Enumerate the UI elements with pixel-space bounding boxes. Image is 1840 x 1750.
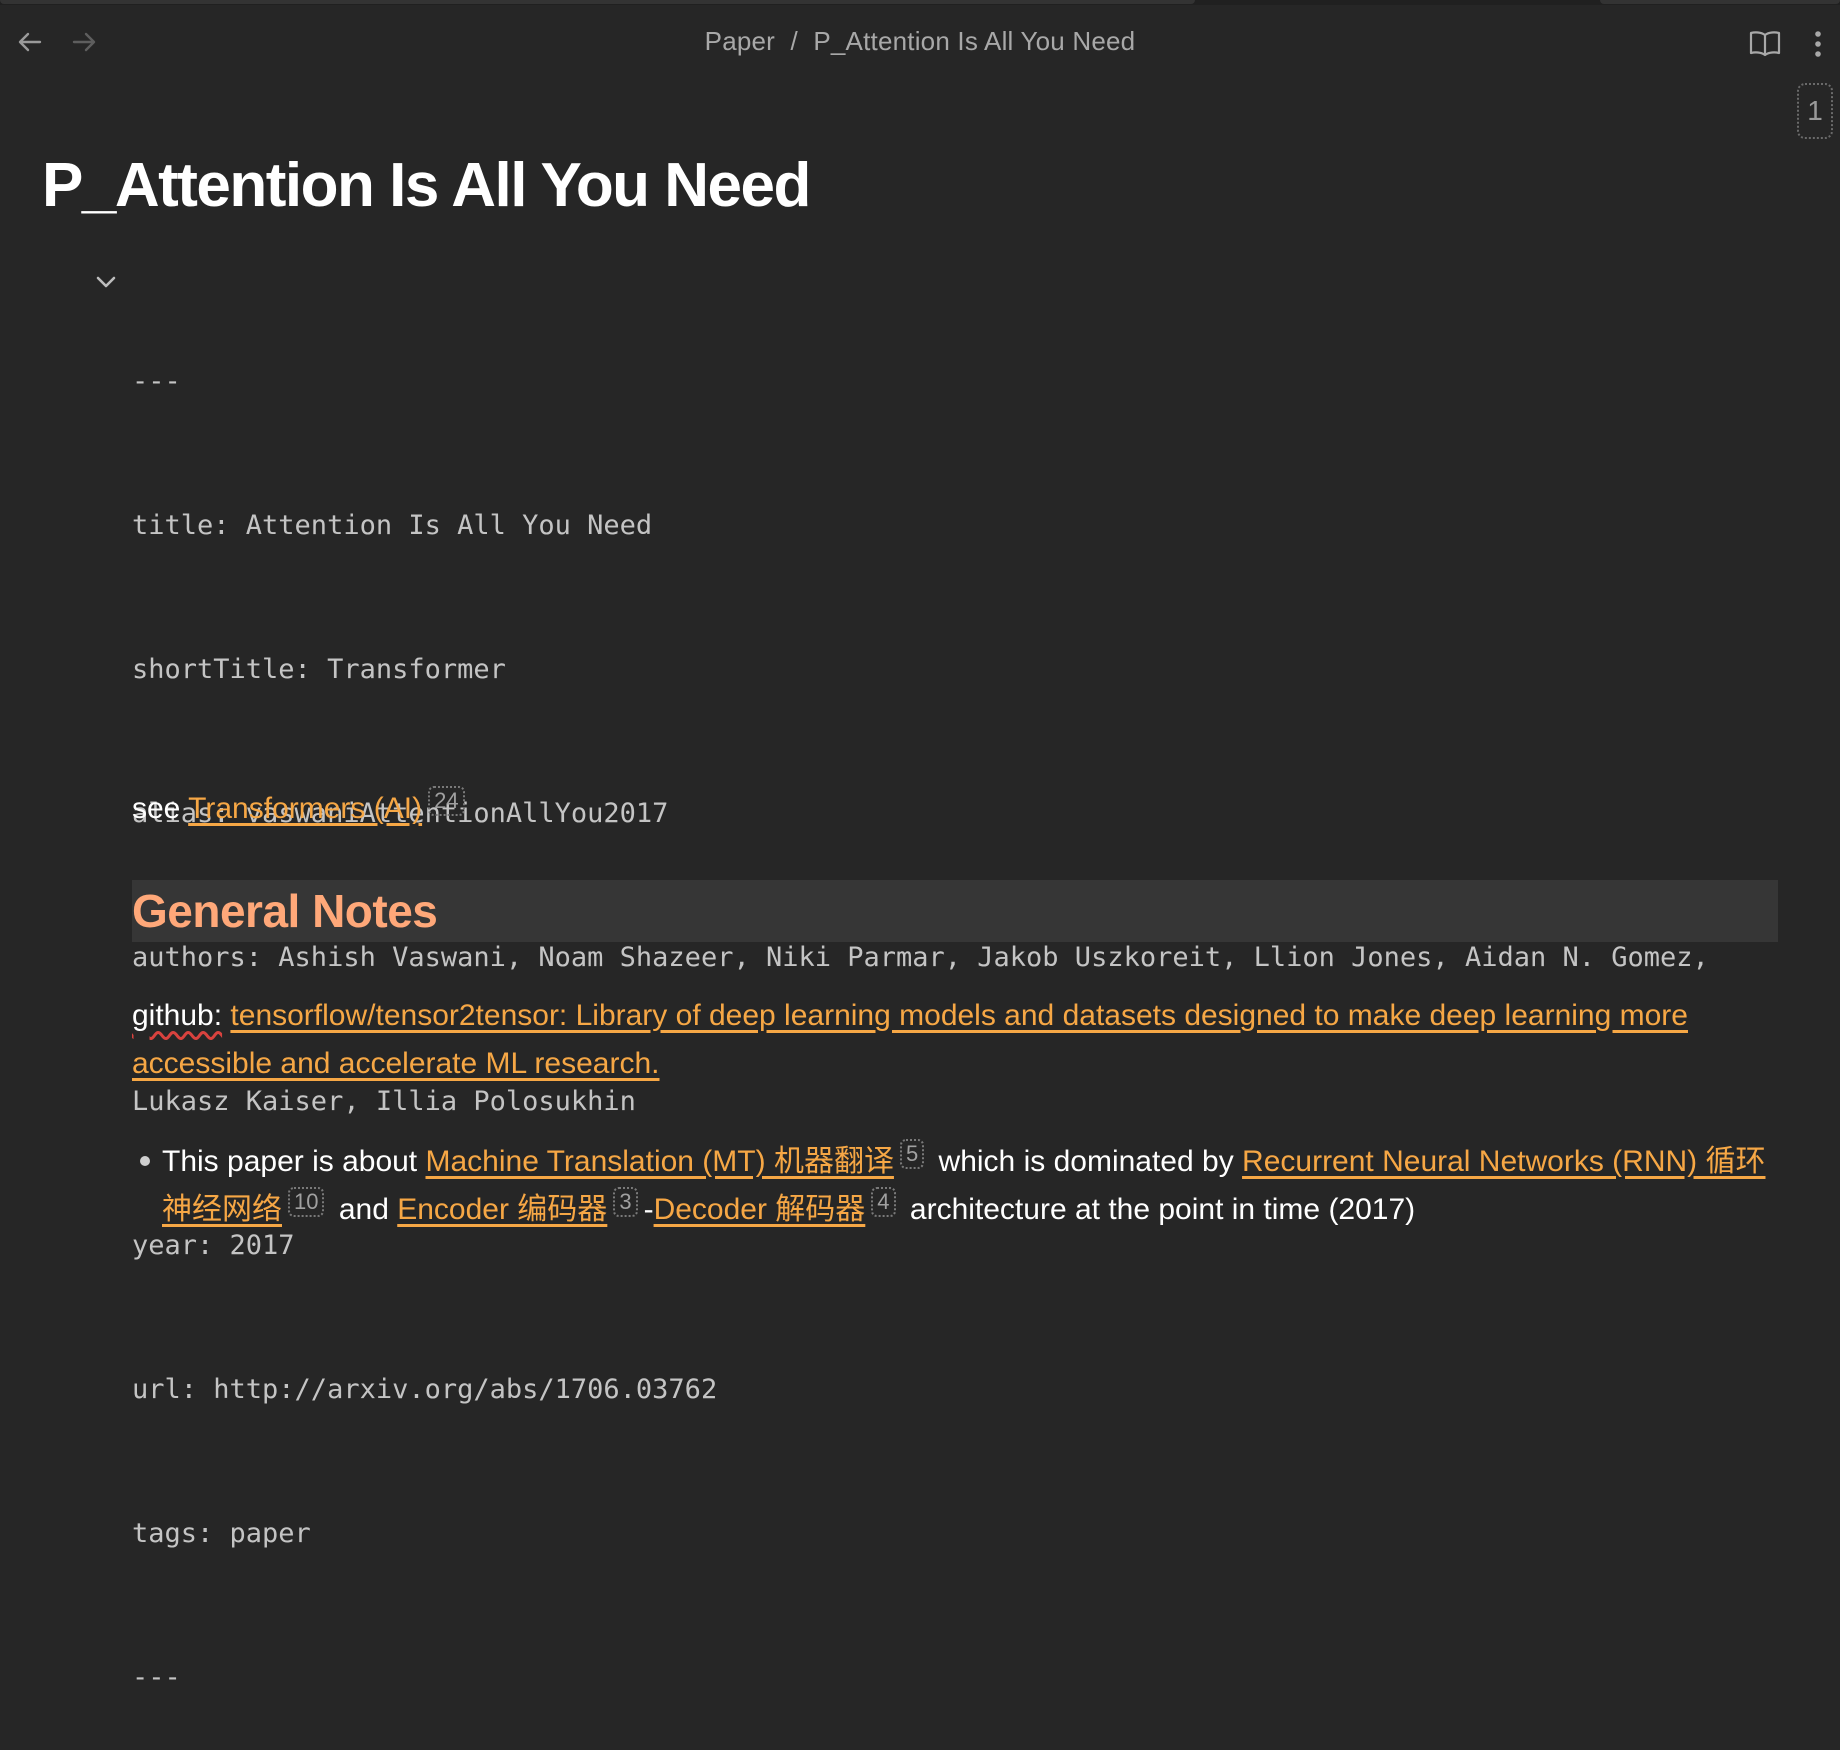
breadcrumb-folder[interactable]: Paper	[705, 26, 775, 57]
backlink-count[interactable]: 10	[288, 1187, 325, 1217]
frontmatter-line: shortTitle: Transformer	[132, 654, 506, 685]
github-link-tensor2tensor[interactable]: tensorflow/tensor2tensor: Library of dee…	[132, 999, 1688, 1080]
backlink-count[interactable]: 24	[428, 786, 465, 816]
bullet-text: which is dominated by	[938, 1145, 1234, 1178]
see-link-transformers[interactable]: Transformers (AI)	[188, 792, 422, 825]
bullet-text: -	[643, 1193, 654, 1226]
tab-strip-segment	[1600, 0, 1840, 4]
link-decoder[interactable]: Decoder 解码器	[654, 1193, 866, 1226]
bullet-text: and	[338, 1193, 389, 1226]
frontmatter-line: title: Attention Is All You Need	[132, 510, 653, 541]
backlink-count[interactable]: 5	[899, 1139, 925, 1169]
link-machine-translation[interactable]: Machine Translation (MT) 机器翻译	[426, 1145, 894, 1178]
see-prefix: see	[132, 792, 181, 825]
frontmatter-close: ---	[132, 1662, 181, 1693]
chevron-down-icon	[96, 276, 116, 288]
reading-view-button[interactable]	[1746, 24, 1784, 62]
bullet-marker	[140, 1156, 150, 1166]
bullet-text: This paper is about	[162, 1145, 418, 1178]
github-prefix: github:	[132, 999, 223, 1032]
frontmatter-line: tags: paper	[132, 1518, 311, 1549]
breadcrumb: Paper / P_Attention Is All You Need	[0, 26, 1840, 57]
link-encoder[interactable]: Encoder 编码器	[397, 1193, 607, 1226]
heading-general-notes: General Notes	[132, 885, 438, 937]
see-paragraph: see Transformers (AI) 24	[132, 786, 471, 826]
note-title[interactable]: P_Attention Is All You Need	[42, 150, 811, 221]
github-paragraph: github: tensorflow/tensor2tensor: Librar…	[132, 992, 1772, 1088]
open-book-icon	[1749, 31, 1781, 57]
page-count-badge[interactable]: 1	[1797, 83, 1833, 139]
tab-strip-segment	[0, 0, 1195, 4]
breadcrumb-separator: /	[790, 26, 798, 56]
frontmatter-open: ---	[132, 366, 181, 397]
frontmatter-fold-toggle[interactable]	[94, 270, 118, 294]
more-options-button[interactable]	[1806, 24, 1830, 64]
breadcrumb-note[interactable]: P_Attention Is All You Need	[813, 26, 1135, 57]
backlink-count[interactable]: 4	[871, 1187, 896, 1217]
bullet-item: This paper is about Machine Translation …	[162, 1138, 1778, 1234]
bullet-text: architecture at the point in time (2017)	[909, 1193, 1416, 1226]
window-top-strip	[0, 0, 1840, 5]
backlink-count[interactable]: 3	[613, 1187, 638, 1217]
more-vertical-icon	[1815, 31, 1821, 57]
frontmatter-line: url: http://arxiv.org/abs/1706.03762	[132, 1374, 718, 1405]
